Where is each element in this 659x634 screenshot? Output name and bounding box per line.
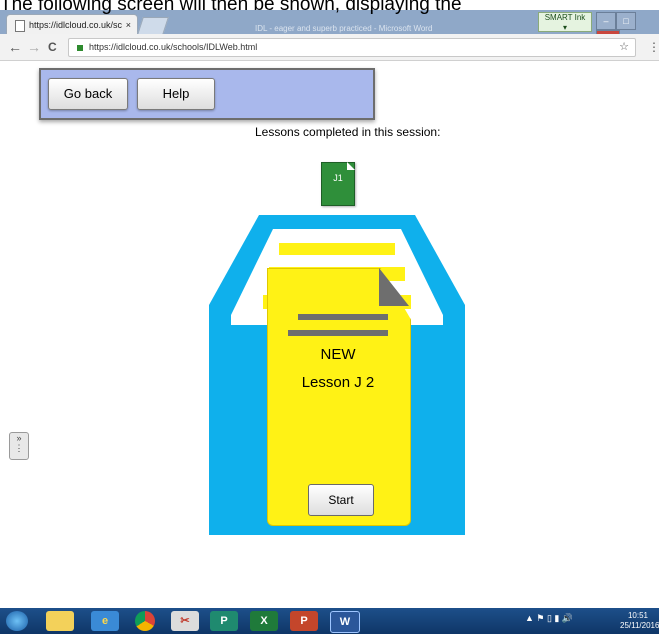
card-line-icon bbox=[288, 330, 388, 336]
lock-icon bbox=[77, 44, 83, 51]
help-button[interactable]: Help bbox=[137, 78, 215, 110]
lesson-status-new: NEW bbox=[320, 346, 356, 363]
lessons-completed-label: Lessons completed in this session: bbox=[255, 125, 441, 139]
forward-arrow-icon[interactable]: → bbox=[27, 39, 41, 55]
window-title: IDL - eager and superb practiced - Micro… bbox=[255, 24, 433, 33]
lesson-title: Lesson J 2 bbox=[301, 374, 375, 391]
browser-tab[interactable]: https://idlcloud.co.uk/sc × bbox=[6, 14, 138, 35]
go-back-button[interactable]: Go back bbox=[48, 78, 128, 110]
tab-close-icon[interactable]: × bbox=[126, 15, 131, 35]
side-panel-handle[interactable]: » ⋮ bbox=[9, 432, 29, 460]
chrome-icon[interactable] bbox=[135, 611, 155, 631]
url-text: https://idlcloud.co.uk/schools/IDLWeb.ht… bbox=[89, 42, 258, 52]
completed-lesson-j1[interactable]: J1 bbox=[321, 162, 355, 206]
start-orb-icon[interactable] bbox=[6, 611, 28, 631]
app-toolbar: Go back Help bbox=[39, 68, 375, 120]
browser-menu-icon[interactable]: ⋮ bbox=[648, 40, 659, 54]
star-icon[interactable]: ☆ bbox=[619, 39, 629, 56]
system-tray[interactable]: ▲ ⚑ ▯ ▮ 🔊 bbox=[525, 613, 573, 624]
internet-explorer-icon[interactable]: e bbox=[91, 611, 119, 631]
publisher-icon[interactable]: P bbox=[210, 611, 238, 631]
reload-icon[interactable]: C bbox=[48, 39, 57, 55]
chevron-down-icon: ▾ bbox=[562, 23, 567, 32]
address-bar: ← → C https://idlcloud.co.uk/schools/IDL… bbox=[0, 34, 659, 61]
page-icon bbox=[15, 19, 25, 32]
powerpoint-icon[interactable]: P bbox=[290, 611, 318, 631]
file-stripe-1 bbox=[279, 243, 395, 255]
clock-time: 10:51 bbox=[627, 611, 649, 620]
excel-icon[interactable]: X bbox=[250, 611, 278, 631]
double-chevron-right-icon: » bbox=[16, 433, 22, 443]
file-explorer-icon[interactable] bbox=[46, 611, 74, 631]
snipping-tool-icon[interactable]: ✂ bbox=[171, 611, 199, 631]
document-caption: The following screen will then be shown,… bbox=[0, 0, 462, 15]
tab-title: https://idlcloud.co.uk/sc bbox=[29, 20, 123, 30]
url-input[interactable]: https://idlcloud.co.uk/schools/IDLWeb.ht… bbox=[68, 38, 636, 57]
clock-date: 25/11/2016 bbox=[620, 621, 659, 630]
start-button[interactable]: Start bbox=[308, 484, 374, 516]
card-line-icon bbox=[298, 314, 388, 320]
word-icon[interactable]: W bbox=[330, 611, 360, 633]
back-arrow-icon[interactable]: ← bbox=[8, 39, 22, 55]
taskbar-clock[interactable]: 10:51 25/11/2016 bbox=[620, 611, 659, 631]
